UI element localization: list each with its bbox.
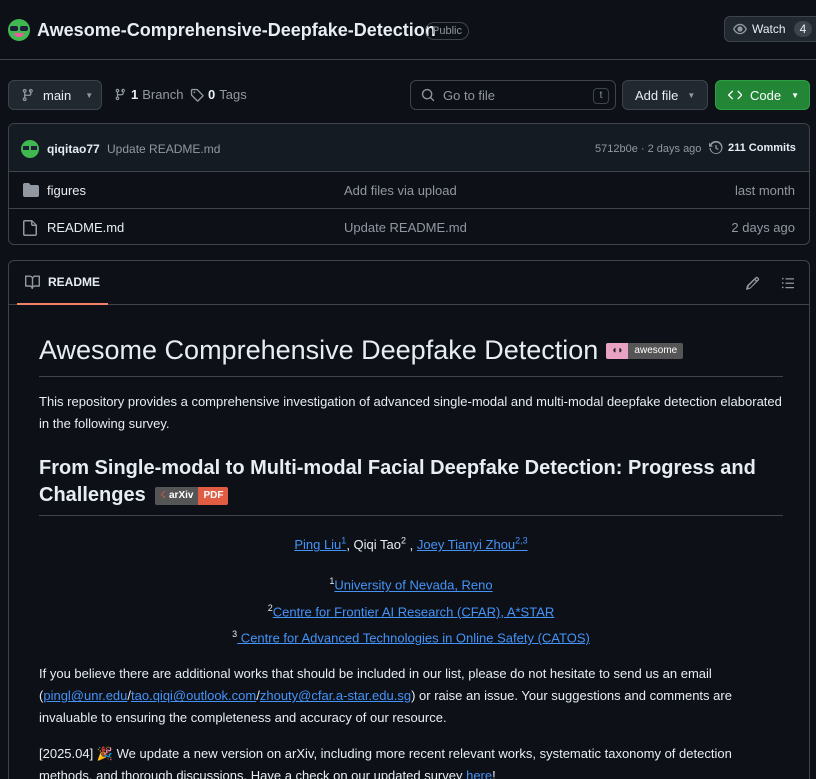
tab-readme[interactable]: README [17,261,109,305]
caret-down-icon: ▼ [85,90,94,100]
header-divider [0,59,816,60]
branch-select-button[interactable]: main ▼ [8,80,102,110]
file-commit-message[interactable]: Update README.md [344,220,467,235]
file-date: last month [735,183,795,198]
affiliation-list: 1University of Nevada, Reno 2Centre for … [39,570,783,649]
branch-name: main [43,87,72,103]
code-label: Code [750,87,782,103]
readme-title: Awesome Comprehensive Deepfake Detection… [39,335,783,377]
readme-panel: README Awesome Comprehensive Deepfake De… [8,260,810,779]
latest-commit-row: qiqitao77 Update README.md 5712b0e · 2 d… [9,124,809,172]
author-link-joey-zhou[interactable]: Joey Tianyi Zhou2,3 [417,536,528,552]
affiliation-3: 3 Centre for Advanced Technologies in On… [232,628,590,646]
file-icon [23,220,37,236]
search-icon [421,88,435,102]
commits-history-link[interactable]: 211 Commits [709,141,796,155]
keyboard-shortcut: t [593,88,609,104]
caret-down-icon: ▼ [791,90,799,100]
arxiv-badge-left: arXiv [169,489,194,501]
code-button[interactable]: Code ▼ [715,80,810,110]
arxiv-pdf-badge[interactable]: ☇ arXiv PDF [155,486,229,505]
owner-avatar[interactable] [8,19,30,41]
search-input[interactable] [443,87,593,103]
visibility-badge: Public [425,22,469,40]
file-name[interactable]: README.md [47,220,124,235]
author-qiqi-tao: Qiqi Tao2 [353,536,407,553]
history-icon [709,141,723,154]
commit-message[interactable]: Update README.md [107,142,220,156]
repo-header: Awesome-Comprehensive-Deepfake-Detection… [0,0,816,60]
watch-count: 4 [793,21,813,37]
eye-icon [733,23,747,35]
file-commit-message[interactable]: Add files via upload [344,183,457,198]
git-branch-icon [115,88,125,101]
paper-title-text: From Single-modal to Multi-modal Facial … [39,457,756,506]
list-unordered-icon[interactable] [781,276,795,290]
commit-hash-date[interactable]: 5712b0e · 2 days ago [595,143,701,155]
commits-count: 211 Commits [728,142,796,154]
pencil-icon[interactable] [746,276,760,290]
readme-tab-label: README [48,275,101,289]
tag-count: 0 [208,87,216,102]
readme-intro: This repository provides a comprehensive… [39,394,782,431]
survey-link[interactable]: here [466,768,492,779]
author-link-ping-liu[interactable]: Ping Liu1 [294,536,346,552]
readme-title-text: Awesome Comprehensive Deepfake Detection [39,335,599,365]
awesome-badge[interactable]: ◖◗ awesome [606,342,684,359]
add-file-label: Add file [635,87,679,103]
awesome-badge-label: awesome [628,342,684,359]
contact-paragraph: If you believe there are additional work… [39,666,732,726]
affiliation-link[interactable]: University of Nevada, Reno [334,578,492,593]
readme-header: README [9,261,809,305]
news-paragraph: [2025.04] 🎉 We update a new version on a… [39,743,783,779]
arxiv-badge-right: PDF [198,486,229,505]
sunglasses-icon: ◖◗ [606,342,629,359]
affiliation-1: 1University of Nevada, Reno [329,576,493,593]
file-row-readme[interactable]: README.md Update README.md 2 days ago [9,209,809,244]
branches-link[interactable]: 1 Branch [114,87,183,102]
file-date: 2 days ago [731,220,795,235]
paper-title: From Single-modal to Multi-modal Facial … [39,455,783,516]
affiliation-2: 2Centre for Frontier AI Research (CFAR),… [267,602,555,619]
commit-author[interactable]: qiqitao77 [47,142,100,156]
readme-content: Awesome Comprehensive Deepfake Detection… [39,335,783,779]
go-to-file-search[interactable]: t [410,80,616,110]
file-row-figures[interactable]: figures Add files via upload last month [9,172,809,209]
caret-down-icon: ▼ [687,90,696,100]
file-browser: qiqitao77 Update README.md 5712b0e · 2 d… [8,123,810,245]
book-icon [25,275,40,289]
folder-icon [23,183,39,197]
tag-label: Tags [219,87,247,102]
author-separator: , [406,537,417,553]
watch-label: Watch [752,22,786,36]
tags-link[interactable]: 0 Tags [190,87,247,102]
git-branch-icon [22,88,33,102]
watch-button[interactable]: Watch 4 [724,16,816,42]
commit-author-avatar[interactable] [21,140,39,158]
branch-count: 1 [131,87,139,102]
add-file-button[interactable]: Add file ▼ [622,80,708,110]
branch-label: Branch [142,87,184,102]
arxiv-logo-icon: ☇ [160,489,166,501]
email-link-2[interactable]: tao.qiqi@outlook.com [131,688,256,703]
code-icon [728,90,742,100]
author-list: Ping Liu1, Qiqi Tao2 , Joey Tianyi Zhou2… [39,530,783,556]
email-link-3[interactable]: zhouty@cfar.a-star.edu.sg [260,688,411,703]
party-popper-icon: 🎉 [96,746,114,762]
news-date: [2025.04] [39,746,94,762]
repo-name[interactable]: Awesome-Comprehensive-Deepfake-Detection [37,20,436,41]
file-name[interactable]: figures [47,183,86,198]
affiliation-link[interactable]: Centre for Advanced Technologies in Onli… [237,630,590,645]
tag-icon [190,88,204,102]
affiliation-link[interactable]: Centre for Frontier AI Research (CFAR), … [273,604,555,619]
email-link-1[interactable]: pingl@unr.edu [43,688,127,703]
author-separator: , [346,537,354,553]
